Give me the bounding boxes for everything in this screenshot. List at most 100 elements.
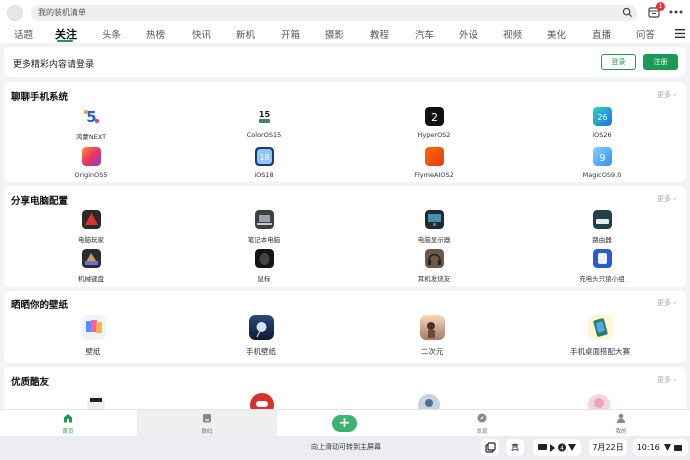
topic-anime[interactable]: 二次元 — [387, 315, 477, 357]
topic-coloros15[interactable]: 15 ColorOS15 — [219, 107, 309, 139]
tab-live[interactable]: 直播 — [592, 27, 611, 41]
topic-chargers[interactable]: 充电头只狼小组 — [557, 249, 647, 283]
tab-tutorials[interactable]: 教程 — [370, 27, 389, 41]
search-placeholder: 我的装机清单 — [38, 8, 86, 17]
topic-pc-gamer[interactable]: 电脑玩家 — [46, 210, 136, 244]
login-prompt-card: 更多精彩内容请登录 登录 注册 — [4, 47, 686, 77]
magicos-logo-icon: 9 — [592, 147, 612, 166]
section-title: 分享电脑配置 — [11, 196, 69, 207]
tab-themes[interactable]: 美化 — [547, 27, 566, 41]
device-icon — [203, 414, 211, 423]
headphones-icon — [424, 249, 444, 268]
svg-text:4: 4 — [560, 445, 564, 452]
multitask-button[interactable] — [481, 439, 499, 456]
swipe-hint: 向上滑动可转到主屏幕 — [311, 443, 381, 451]
topic-ios18[interactable]: 18 iOS18 — [219, 147, 309, 179]
topic-mouse[interactable]: 鼠标 — [219, 249, 309, 283]
section-title: 晒晒你的壁纸 — [11, 300, 69, 311]
tab-news[interactable]: 快讯 — [192, 27, 211, 41]
active-tab-indicator — [57, 40, 73, 42]
tab-peripherals[interactable]: 外设 — [459, 27, 478, 41]
harmony-logo-icon: 5 — [81, 107, 101, 126]
topic-ios26[interactable]: 26 iOS26 — [557, 107, 647, 139]
tab-unboxing[interactable]: 开箱 — [281, 27, 300, 41]
nav-discover[interactable]: 发现 — [467, 413, 497, 435]
topic-monitor[interactable]: 电脑显示器 — [389, 210, 479, 244]
login-prompt-text: 更多精彩内容请登录 — [13, 60, 95, 70]
wallpaper-icon — [80, 315, 106, 340]
flyme-logo-icon — [424, 147, 444, 166]
pc-gamer-icon — [81, 210, 101, 229]
topic-phone-wallpaper[interactable]: 手机壁纸 — [216, 315, 306, 357]
monitor-icon — [424, 210, 444, 229]
status-icons[interactable]: 4 — [533, 439, 581, 456]
topic-hyperos2[interactable]: 2 HyperOS2 — [389, 107, 479, 139]
signal-battery-icon — [664, 443, 683, 451]
system-bar: 向上滑动可转到主屏幕 真 4 7月22日 10:16 — [0, 436, 690, 460]
nav-home[interactable]: 首页 — [53, 413, 83, 435]
keyboard-icon — [81, 249, 101, 268]
section-more-link[interactable]: 更多 › — [657, 375, 676, 385]
topic-laptop[interactable]: 笔记本电脑 — [219, 210, 309, 244]
category-tabs: 话题 关注 头条 热榜 快讯 新机 开箱 摄影 教程 汽车 外设 视频 美化 直… — [0, 25, 690, 43]
laptop-icon — [254, 210, 274, 229]
tab-cars[interactable]: 汽车 — [415, 27, 434, 41]
svg-text:9: 9 — [599, 153, 605, 164]
anime-icon — [419, 315, 445, 340]
register-button[interactable]: 注册 — [643, 54, 678, 70]
topic-desktop-contest[interactable]: 手机桌面搭配大赛 — [555, 315, 645, 357]
hyperos-logo-icon: 2 — [424, 107, 444, 126]
date-display[interactable]: 7月22日 — [589, 439, 627, 456]
topic-wallpaper[interactable]: 壁纸 — [48, 315, 138, 357]
nav-digital[interactable]: 数码 — [192, 413, 222, 435]
section-phone-systems: 聊聊手机系统 更多 › 5 鸿蒙NEXT 15 ColorOS15 2 Hype… — [4, 82, 686, 182]
svg-text:2: 2 — [431, 111, 438, 124]
svg-text:5: 5 — [86, 108, 96, 126]
topic-harmony-next[interactable]: 5 鸿蒙NEXT — [46, 107, 136, 141]
phone-wallpaper-icon — [248, 315, 274, 340]
tab-videos[interactable]: 视频 — [503, 27, 522, 41]
home-icon — [64, 414, 72, 423]
router-icon — [592, 210, 612, 229]
menu-icon[interactable] — [675, 29, 685, 38]
time-display[interactable]: 10:16 — [633, 439, 688, 456]
topic-headphones[interactable]: 耳机发烧友 — [389, 249, 479, 283]
section-more-link[interactable]: 更多 › — [657, 298, 676, 308]
section-more-link[interactable]: 更多 › — [657, 194, 676, 204]
notification-badge: 1 — [656, 2, 665, 11]
multitask-icon — [484, 442, 496, 453]
topic-originos5[interactable]: OriginOS5 — [46, 147, 136, 179]
search-input[interactable]: 我的装机清单 — [31, 5, 637, 21]
ios26-logo-icon: 26 — [592, 107, 612, 126]
section-pc-config: 分享电脑配置 更多 › 电脑玩家 笔记本电脑 电脑显示器 路由器 机械键盘 鼠标… — [4, 186, 686, 287]
topic-mechanical-keyboard[interactable]: 机械键盘 — [46, 249, 136, 283]
ios18-logo-icon: 18 — [254, 147, 274, 166]
section-title: 聊聊手机系统 — [11, 92, 69, 103]
tab-new-phones[interactable]: 新机 — [236, 27, 255, 41]
bottom-navigation: 首页 数码 + 发现 我的 — [0, 409, 690, 437]
topic-flymeaios2[interactable]: FlymeAIOS2 — [389, 147, 479, 179]
login-button[interactable]: 登录 — [601, 54, 636, 70]
section-wallpaper: 晒晒你的壁纸 更多 › 壁纸 手机壁纸 二次元 手机桌面搭配大赛 — [4, 291, 686, 363]
section-more-link[interactable]: 更多 › — [657, 90, 676, 100]
charger-icon — [592, 249, 612, 268]
tab-headlines[interactable]: 头条 — [102, 27, 121, 41]
topic-router[interactable]: 路由器 — [557, 210, 647, 244]
nav-me[interactable]: 我的 — [606, 413, 636, 435]
compass-icon — [477, 413, 487, 423]
tab-photography[interactable]: 摄影 — [325, 27, 344, 41]
more-options-icon[interactable] — [668, 5, 684, 19]
originos-logo-icon — [81, 147, 101, 166]
section-title: 优质酷友 — [11, 377, 50, 388]
search-icon[interactable] — [622, 7, 633, 18]
top-bar: 我的装机清单 1 — [0, 0, 690, 25]
avatar[interactable] — [7, 5, 23, 21]
tab-hot[interactable]: 热榜 — [146, 27, 165, 41]
person-icon — [617, 413, 625, 423]
tab-qa[interactable]: 问答 — [636, 27, 655, 41]
tab-topics[interactable]: 话题 — [14, 27, 33, 41]
svg-text:15: 15 — [258, 110, 270, 119]
create-post-button[interactable]: + — [332, 415, 357, 432]
topic-magicos9[interactable]: 9 MagicOS9.0 — [557, 147, 647, 179]
mode-indicator[interactable]: 真 — [506, 439, 524, 456]
